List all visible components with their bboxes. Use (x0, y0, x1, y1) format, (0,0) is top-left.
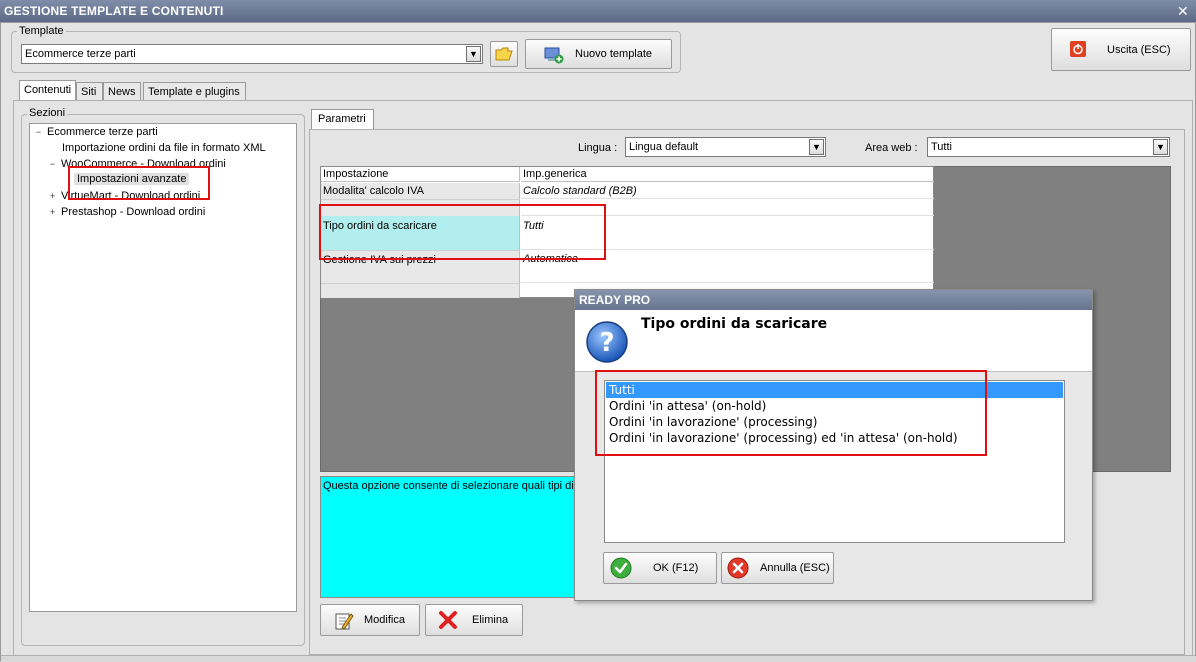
tab-news-label: News (108, 86, 136, 98)
grid-header: Impostazione (321, 167, 520, 182)
check-icon (610, 557, 632, 579)
ok-button[interactable]: OK (F12) (603, 552, 717, 584)
edit-icon (335, 613, 354, 630)
dialog-titlebar: READY PRO (575, 290, 1092, 310)
lingua-select-value: Lingua default (629, 141, 699, 153)
lingua-label: Lingua : (578, 142, 618, 154)
area-web-label: Area web : (865, 142, 918, 154)
delete-icon (439, 611, 457, 629)
window-title: GESTIONE TEMPLATE E CONTENUTI (4, 4, 224, 18)
chevron-down-icon[interactable]: ▼ (466, 46, 481, 62)
description-text: Questa opzione consente di selezionare q… (323, 480, 583, 492)
tab-template-plugins-label: Template e plugins (148, 86, 240, 98)
tree-item[interactable]: + Prestashop - Download ordini (48, 206, 205, 218)
tree-item[interactable]: − Ecommerce terze parti (34, 126, 158, 138)
cancel-icon (727, 557, 749, 579)
delete-button[interactable]: Elimina (425, 604, 523, 636)
annotation-highlight (595, 370, 987, 456)
edit-label: Modifica (364, 614, 405, 626)
expand-icon[interactable]: + (48, 208, 57, 217)
folder-icon (495, 47, 513, 61)
sections-legend: Sezioni (27, 107, 68, 119)
grid-cell-setting[interactable] (321, 283, 520, 298)
tab-template-plugins[interactable]: Template e plugins (143, 82, 246, 101)
open-folder-button[interactable] (490, 41, 518, 67)
tab-parametri[interactable]: Parametri (311, 109, 374, 130)
dialog-title: READY PRO (579, 293, 651, 307)
annotation-highlight (319, 204, 606, 260)
new-template-button[interactable]: Nuovo template (525, 39, 672, 69)
area-web-select-value: Tutti (931, 141, 952, 153)
dialog-heading: Tipo ordini da scaricare (641, 316, 828, 332)
question-icon: ? (586, 321, 628, 363)
lingua-select[interactable]: Lingua default ▼ (625, 137, 826, 157)
tab-contenuti-label: Contenuti (24, 84, 72, 96)
power-icon (1070, 41, 1086, 57)
chevron-down-icon[interactable]: ▼ (809, 139, 824, 155)
delete-label: Elimina (472, 614, 509, 626)
grid-cell-setting[interactable]: Modalita' calcolo IVA (321, 183, 520, 199)
cancel-button[interactable]: Annulla (ESC) (721, 552, 834, 584)
collapse-icon[interactable]: − (48, 160, 57, 169)
new-template-icon (544, 47, 564, 64)
cancel-label: Annulla (ESC) (760, 562, 830, 574)
annotation-highlight (68, 166, 210, 200)
new-template-label: Nuovo template (575, 48, 653, 60)
ok-label: OK (F12) (653, 562, 699, 574)
dialog-window: READY PRO ? Tipo ordini da scaricare Tut… (574, 289, 1093, 601)
area-web-select[interactable]: Tutti ▼ (927, 137, 1170, 157)
close-icon[interactable]: ✕ (1176, 0, 1190, 22)
template-select-value: Ecommerce terze parti (25, 48, 136, 60)
tree-item-label: Importazione ordini da file in formato X… (62, 142, 266, 154)
collapse-icon[interactable]: − (34, 128, 43, 137)
exit-button[interactable]: Uscita (ESC) (1051, 28, 1191, 71)
tab-news[interactable]: News (103, 82, 141, 101)
tree-item-label: Ecommerce terze parti (47, 126, 158, 138)
grid-header: Imp.generica (521, 167, 934, 182)
grid-cell-value[interactable]: Calcolo standard (B2B) (521, 183, 934, 199)
expand-icon[interactable]: + (48, 192, 57, 201)
chevron-down-icon[interactable]: ▼ (1153, 139, 1168, 155)
template-select[interactable]: Ecommerce terze parti ▼ (21, 44, 483, 64)
edit-button[interactable]: Modifica (320, 604, 420, 636)
svg-text:?: ? (599, 328, 614, 358)
tab-parametri-label: Parametri (318, 113, 366, 125)
template-legend: Template (17, 25, 66, 37)
tree-item[interactable]: Importazione ordini da file in formato X… (62, 142, 266, 154)
tree-item-label: Prestashop - Download ordini (61, 206, 206, 218)
tab-contenuti[interactable]: Contenuti (19, 80, 76, 101)
dialog-header: ? Tipo ordini da scaricare (575, 310, 1092, 372)
tab-siti-label: Siti (81, 86, 97, 98)
tab-siti[interactable]: Siti (76, 82, 103, 101)
exit-label: Uscita (ESC) (1107, 44, 1171, 56)
window-titlebar: GESTIONE TEMPLATE E CONTENUTI ✕ (0, 0, 1196, 22)
